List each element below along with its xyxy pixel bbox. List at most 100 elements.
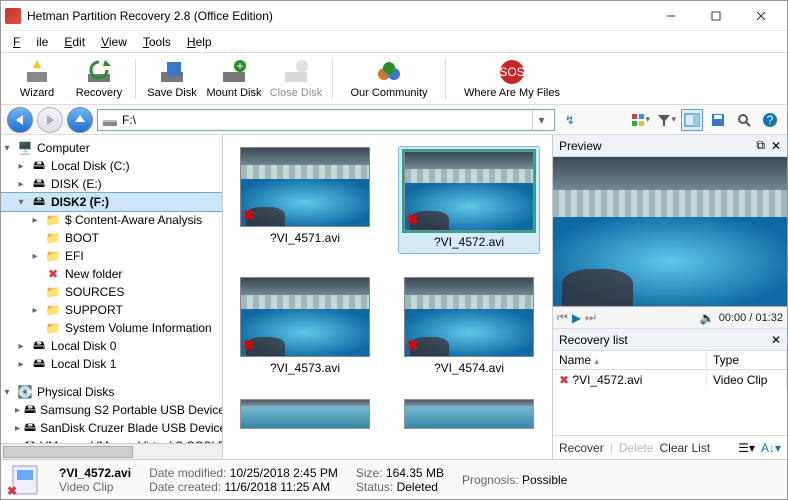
recovery-list-close-icon[interactable]: ✕	[771, 333, 781, 347]
tree-new-folder[interactable]: ✖New folder	[1, 265, 222, 283]
preview-detach-icon[interactable]: ⧉	[756, 138, 765, 153]
file-name: ?VI_4573.avi	[270, 361, 340, 375]
close-disk-button[interactable]: Close Disk	[266, 55, 326, 103]
status-kind: Video Clip	[59, 480, 131, 494]
list-header[interactable]: Name ▴ Type	[553, 351, 787, 370]
recover-link[interactable]: Recover	[559, 441, 604, 455]
up-button[interactable]	[67, 107, 93, 133]
tree-ld1[interactable]: ▸🖴Local Disk 1	[1, 355, 222, 373]
status-size: 164.35 MB	[386, 466, 444, 480]
close-button[interactable]	[738, 2, 783, 30]
tree-scrollbar[interactable]	[3, 446, 133, 458]
toolbar-separator	[445, 59, 446, 99]
status-deleted: Deleted	[397, 480, 438, 494]
play-button[interactable]: ▶	[572, 311, 581, 325]
address-input[interactable]	[122, 113, 532, 127]
maximize-button[interactable]	[693, 2, 738, 30]
tree-physical[interactable]: ▾💽Physical Disks	[1, 383, 222, 401]
thumbnail	[404, 399, 534, 429]
play-prev-icon[interactable]: ⏮	[557, 310, 568, 325]
preview-toggle[interactable]	[681, 109, 703, 131]
play-next-icon[interactable]: ⏭	[585, 310, 596, 325]
back-button[interactable]	[7, 107, 33, 133]
thumbnail: ✖	[404, 151, 534, 231]
row-name: ?VI_4572.avi	[572, 373, 642, 387]
tree-content-aware[interactable]: ▸📁$ Content-Aware Analysis	[1, 211, 222, 229]
col-name[interactable]: Name ▴	[553, 351, 707, 369]
save-disk-button[interactable]: Save Disk	[142, 55, 202, 103]
tree-samsung[interactable]: ▸🖴Samsung S2 Portable USB Device	[1, 401, 222, 419]
tree-ld0[interactable]: ▸🖴Local Disk 0	[1, 337, 222, 355]
recovery-button[interactable]: Recovery	[69, 55, 129, 103]
recovery-list-title: Recovery list	[559, 333, 765, 347]
drive-icon: 🖴	[31, 158, 47, 174]
tree-sandisk[interactable]: ▸🖴SanDisk Cruzer Blade USB Device	[1, 419, 222, 437]
recovery-list-tools: Recover | Delete Clear List ☰▾ A↓▾	[553, 435, 787, 459]
file-item[interactable]	[235, 399, 375, 429]
tree-sources[interactable]: 📁SOURCES	[1, 283, 222, 301]
sort-icon[interactable]: A↓▾	[761, 441, 781, 455]
address-field[interactable]: ▾	[97, 109, 555, 131]
status-filename: ?VI_4572.avi	[59, 466, 131, 480]
menu-view[interactable]: View	[93, 33, 135, 51]
menu-help[interactable]: Help	[179, 33, 220, 51]
tree-support[interactable]: ▸📁SUPPORT	[1, 301, 222, 319]
file-item[interactable]: ✖ ?VI_4573.avi	[235, 277, 375, 375]
search-button[interactable]	[733, 109, 755, 131]
svg-text:+: +	[236, 59, 243, 73]
drive-icon: 🖴	[31, 194, 47, 210]
svg-text:?: ?	[767, 113, 774, 127]
folder-icon: 📁	[45, 302, 61, 318]
forward-button[interactable]	[37, 107, 63, 133]
list-row[interactable]: ✖ ?VI_4572.avi Video Clip	[553, 370, 787, 390]
window-title: Hetman Partition Recovery 2.8 (Office Ed…	[27, 9, 648, 23]
filter-button[interactable]: ▾	[655, 109, 677, 131]
menu-file[interactable]: File	[5, 33, 56, 51]
status-bar: ✖ ?VI_4572.avi Video Clip Date modified:…	[1, 459, 787, 499]
tree-disk-e[interactable]: ▸🖴DISK (E:)	[1, 175, 222, 193]
volume-icon[interactable]: 🔈	[700, 311, 715, 325]
row-type: Video Clip	[707, 371, 787, 389]
mount-disk-button[interactable]: + Mount Disk	[204, 55, 264, 103]
view-icons-button[interactable]: ▾	[629, 109, 651, 131]
file-item[interactable]	[399, 399, 539, 429]
folder-icon: 📁	[45, 284, 61, 300]
tree-svi[interactable]: 📁System Volume Information	[1, 319, 222, 337]
folder-icon: 📁	[45, 212, 61, 228]
list-view-icon[interactable]: ☰▾	[738, 441, 755, 455]
tree-local-c[interactable]: ▸🖴Local Disk (C:)	[1, 157, 222, 175]
preview-close-icon[interactable]: ✕	[771, 139, 781, 153]
minimize-button[interactable]	[648, 2, 693, 30]
status-prognosis: Possible	[522, 473, 567, 487]
menu-edit[interactable]: Edit	[56, 33, 93, 51]
menu-tools[interactable]: Tools	[135, 33, 179, 51]
address-dropdown[interactable]: ▾	[532, 110, 550, 130]
drive-icon: 🖴	[31, 338, 47, 354]
main-area: ▾🖥️Computer ▸🖴Local Disk (C:) ▸🖴DISK (E:…	[1, 135, 787, 459]
deleted-icon: ✖	[243, 337, 255, 354]
save-view-button[interactable]	[707, 109, 729, 131]
thumbnail: ✖	[240, 277, 370, 357]
file-item-selected[interactable]: ✖ ?VI_4572.avi	[399, 147, 539, 253]
tree-boot[interactable]: 📁BOOT	[1, 229, 222, 247]
help-button[interactable]: ?	[759, 109, 781, 131]
delete-link[interactable]: Delete	[619, 441, 654, 455]
tree-efi[interactable]: ▸📁EFI	[1, 247, 222, 265]
where-files-button[interactable]: SOS Where Are My Files	[452, 55, 572, 103]
file-item[interactable]: ✖ ?VI_4571.avi	[235, 147, 375, 253]
drive-icon	[102, 112, 118, 128]
app-icon	[5, 8, 21, 24]
community-button[interactable]: Our Community	[339, 55, 439, 103]
preview-time: 00:00 / 01:32	[719, 312, 783, 324]
col-type[interactable]: Type	[707, 351, 787, 369]
tree-disk2-f[interactable]: ▾🖴DISK2 (F:)	[1, 193, 222, 211]
file-grid[interactable]: ✖ ?VI_4571.avi ✖ ?VI_4572.avi ✖ ?VI_4573…	[223, 135, 552, 459]
wizard-button[interactable]: Wizard	[7, 55, 67, 103]
refresh-button[interactable]: ↯	[559, 109, 581, 131]
computer-icon: 🖥️	[17, 140, 33, 156]
tree-computer[interactable]: ▾🖥️Computer	[1, 139, 222, 157]
folder-tree[interactable]: ▾🖥️Computer ▸🖴Local Disk (C:) ▸🖴DISK (E:…	[1, 135, 223, 459]
file-item[interactable]: ✖ ?VI_4574.avi	[399, 277, 539, 375]
folder-icon: 📁	[45, 248, 61, 264]
clear-list-link[interactable]: Clear List	[660, 441, 711, 455]
